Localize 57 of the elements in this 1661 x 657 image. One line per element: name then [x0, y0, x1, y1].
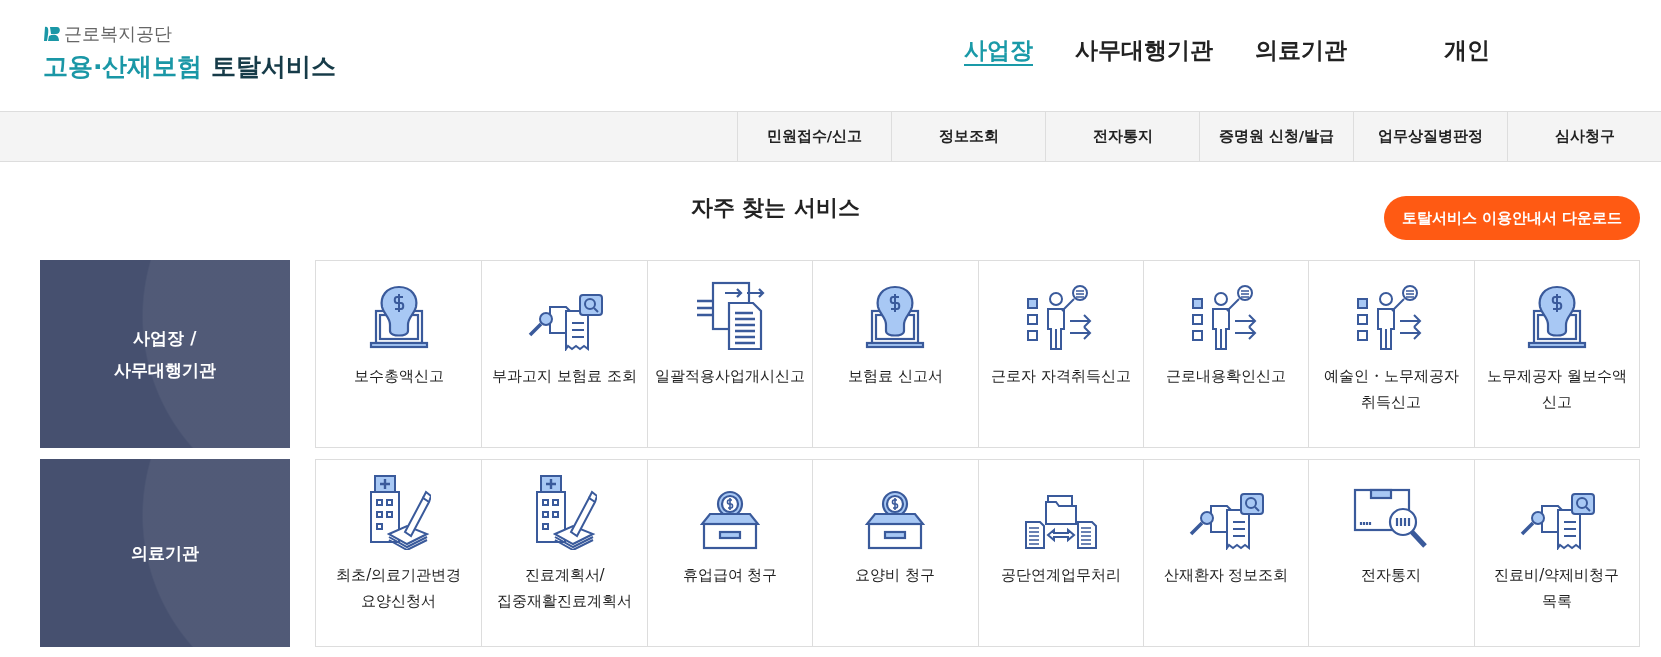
service-label: 일괄적용사업개시신고 — [654, 366, 805, 387]
top-nav-link[interactable]: 개인 — [1368, 35, 1511, 66]
service-label: 휴업급여 청구 — [682, 565, 778, 586]
folder-exchange-icon — [1023, 492, 1098, 550]
service-tile[interactable]: 예술인・노무제공자 취득신고 — [1308, 261, 1474, 447]
service-label: 진료계획서/집중재활진료계획서 — [496, 565, 634, 613]
service-tile[interactable]: 산재환자 정보조회 — [1142, 460, 1309, 646]
top-nav-link[interactable]: 의료기관 — [1234, 35, 1368, 66]
top-nav-link[interactable]: 사무대행기관 — [1054, 35, 1234, 66]
service-tile[interactable]: 최초/의료기관변경 요양신청서 — [316, 460, 482, 646]
sub-nav-item[interactable]: 증명원 신청/발급 — [1199, 112, 1353, 161]
coin-box-icon — [699, 490, 760, 550]
service-tile[interactable]: 근로내용확인신고 — [1142, 261, 1309, 447]
service-label: 보수총액신고 — [353, 366, 444, 387]
category-label: 의료기관 — [131, 541, 199, 565]
service-tile[interactable]: 노무제공자 월보수액 신고 — [1473, 261, 1639, 447]
logo-icon — [43, 25, 61, 43]
document-search-icon — [1187, 492, 1266, 550]
sub-nav-item[interactable]: 전자통지 — [1045, 112, 1199, 161]
sub-nav-item[interactable]: 정보조회 — [891, 112, 1045, 161]
service-tile[interactable]: 일괄적용사업개시신고 — [646, 261, 813, 447]
category-label: 사업장 / 사무대행기관 — [114, 326, 216, 382]
service-tile[interactable]: 보수총액신고 — [316, 261, 482, 447]
service-title-accent: 고용·산재보험 — [43, 51, 203, 83]
service-label: 근로자 자격취득신고 — [990, 366, 1131, 387]
service-label: 최초/의료기관변경 요양신청서 — [335, 565, 463, 613]
service-label: 산재환자 정보조회 — [1163, 565, 1289, 586]
service-tile[interactable]: 휴업급여 청구 — [646, 460, 813, 646]
service-label: 진료비/약제비청구 목록 — [1493, 565, 1621, 613]
sub-nav-item[interactable]: 민원접수/신고 — [737, 112, 891, 161]
service-label: 요양비 청구 — [855, 565, 936, 586]
service-label: 보험료 신고서 — [847, 366, 943, 387]
parcel-search-icon — [1353, 488, 1430, 550]
service-tile[interactable]: 공단연계업무처리 — [977, 460, 1143, 646]
service-label: 전자통지 — [1361, 565, 1422, 586]
service-label: 예술인・노무제공자 취득신고 — [1322, 366, 1460, 414]
lightbulb-laptop-icon — [1525, 285, 1588, 351]
service-label: 노무제공자 월보수액 신고 — [1485, 366, 1628, 414]
sub-nav-item[interactable]: 심사청구 — [1507, 112, 1661, 161]
service-tile[interactable]: 진료비/약제비청구 목록 — [1473, 460, 1639, 646]
sub-nav-item[interactable]: 업무상질병판정 — [1353, 112, 1507, 161]
service-tile[interactable]: 요양비 청구 — [812, 460, 978, 646]
coin-box-icon — [865, 490, 926, 550]
service-label: 공단연계업무처리 — [1000, 565, 1121, 586]
service-title: 토탈서비스 — [210, 51, 336, 83]
service-label: 부과고지 보험료 조회 — [492, 366, 637, 387]
document-transfer-icon — [694, 281, 765, 351]
service-tile[interactable]: 부과고지 보험료 조회 — [481, 261, 647, 447]
service-tile[interactable]: 근로자 자격취득신고 — [977, 261, 1143, 447]
lightbulb-laptop-icon — [864, 285, 927, 351]
lightbulb-laptop-icon — [367, 285, 430, 351]
service-tile[interactable]: 보험료 신고서 — [812, 261, 978, 447]
service-label: 근로내용확인신고 — [1166, 366, 1287, 387]
service-tile[interactable]: 전자통지 — [1308, 460, 1474, 646]
section-title: 자주 찾는 서비스 — [690, 194, 861, 222]
service-tile[interactable]: 진료계획서/집중재활진료계획서 — [481, 460, 647, 646]
organization-name: 근로복지공단 — [64, 22, 172, 46]
